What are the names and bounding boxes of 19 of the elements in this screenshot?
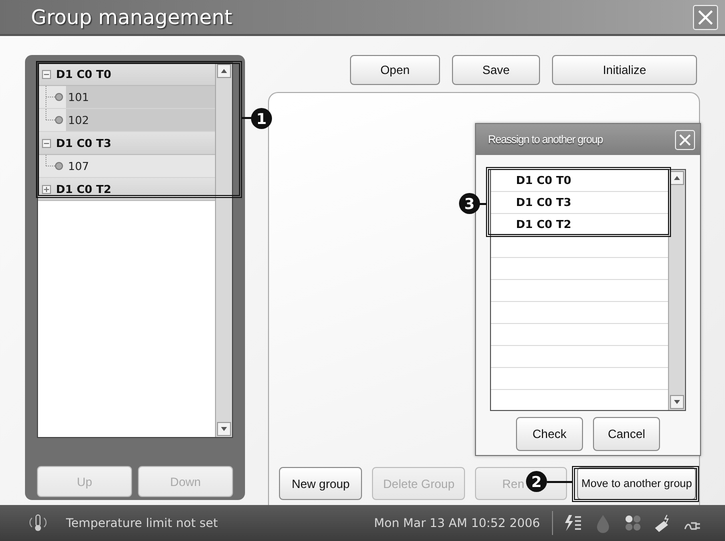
group-label[interactable]: D1 C0 T3: [56, 136, 112, 150]
date-time: Mon Mar 13 AM 10:52 2006: [374, 516, 540, 530]
new-group-button[interactable]: New group: [279, 467, 362, 500]
tree-item[interactable]: 102: [66, 109, 215, 131]
window-title: Group management: [31, 5, 232, 29]
group-option[interactable]: D1 C0 T0: [491, 170, 668, 192]
check-button[interactable]: Check: [516, 417, 583, 451]
group-label[interactable]: D1 C0 T2: [56, 182, 112, 196]
save-button[interactable]: Save: [452, 55, 540, 85]
tree-item[interactable]: 101: [66, 86, 215, 108]
status-message: Temperature limit not set: [66, 516, 219, 530]
group-label[interactable]: D1 C0 T0: [56, 68, 112, 80]
group-option[interactable]: D1 C0 T3: [491, 192, 668, 214]
initialize-button[interactable]: Initialize: [552, 55, 697, 85]
dialog-title: Reassign to another group: [488, 134, 603, 146]
move-to-group-button[interactable]: Move to another group: [577, 467, 696, 500]
group-option[interactable]: D1 C0 T2: [491, 214, 668, 236]
open-button[interactable]: Open: [350, 55, 440, 85]
cancel-button[interactable]: Cancel: [593, 417, 660, 451]
